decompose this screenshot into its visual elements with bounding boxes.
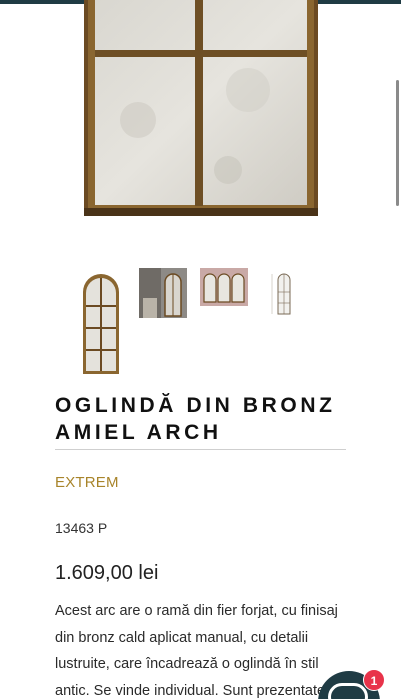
thumbnail-dimension-drawing[interactable] xyxy=(264,266,304,318)
product-description: Acest arc are o ramă din fier forjat, cu… xyxy=(55,603,338,699)
product-main-image[interactable] xyxy=(78,0,323,222)
thumbnail-mirror-arch[interactable] xyxy=(80,270,122,376)
thumbnail-gallery xyxy=(0,266,401,378)
brand-link[interactable]: EXTREM xyxy=(55,474,119,491)
product-sku: 13463 P xyxy=(55,520,108,536)
chat-bubble-icon xyxy=(328,683,368,699)
product-title-line-2: AMIEL ARCH xyxy=(55,421,222,444)
chat-notification-badge: 1 xyxy=(363,669,385,691)
product-title-line-1: OGLINDĂ DIN BRONZ xyxy=(55,394,336,417)
thumbnail-three-mirrors[interactable] xyxy=(200,268,248,306)
product-title: OGLINDĂ DIN BRONZ AMIEL ARCH xyxy=(55,392,355,446)
product-price: 1.609,00 lei xyxy=(55,562,159,584)
title-divider xyxy=(55,449,346,450)
page-scrollbar[interactable] xyxy=(396,80,399,206)
thumbnail-mirror-in-room[interactable] xyxy=(139,268,187,318)
